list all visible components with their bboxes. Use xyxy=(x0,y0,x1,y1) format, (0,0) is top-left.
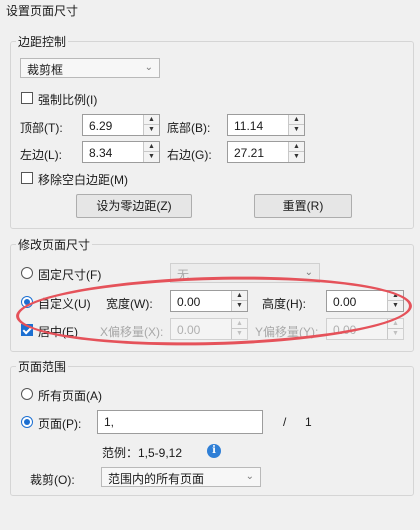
bottom-label: 底部(B): xyxy=(167,121,211,135)
center-checkbox[interactable] xyxy=(21,324,33,336)
height-label: 高度(H): xyxy=(262,297,306,311)
page-size-group-label: 修改页面尺寸 xyxy=(16,236,93,253)
pages-input[interactable]: 1, xyxy=(97,410,263,434)
left-value: 8.34 xyxy=(89,146,113,160)
box-select-value: 裁剪框 xyxy=(27,63,64,77)
crop-label: 裁剪(O): xyxy=(30,473,75,487)
bottom-value: 11.14 xyxy=(234,119,264,133)
y-offset-value: 0.00 xyxy=(333,323,357,337)
bottom-stepper[interactable]: 11.14 ▲ ▼ xyxy=(227,114,305,136)
chevron-down-icon: ⌄ xyxy=(304,267,313,278)
top-value: 6.29 xyxy=(89,119,113,133)
up-arrow-icon[interactable]: ▲ xyxy=(144,142,159,152)
crop-select[interactable]: 范围内的所有页面 ⌄ xyxy=(101,467,261,487)
height-stepper[interactable]: 0.00 ▲ ▼ xyxy=(326,290,404,312)
up-arrow-icon[interactable]: ▲ xyxy=(232,319,247,329)
top-stepper[interactable]: 6.29 ▲ ▼ xyxy=(82,114,160,136)
top-label: 顶部(T): xyxy=(20,121,63,135)
set-zero-button[interactable]: 设为零边距(Z) xyxy=(76,194,192,218)
up-arrow-icon[interactable]: ▲ xyxy=(232,291,247,301)
width-value: 0.00 xyxy=(177,295,201,309)
up-arrow-icon[interactable]: ▲ xyxy=(144,115,159,125)
box-select[interactable]: 裁剪框 ⌄ xyxy=(20,58,160,78)
x-offset-value: 0.00 xyxy=(177,323,201,337)
up-arrow-icon[interactable]: ▲ xyxy=(388,291,403,301)
height-value: 0.00 xyxy=(333,295,357,309)
pages-label: 页面(P): xyxy=(38,417,82,431)
all-pages-label: 所有页面(A) xyxy=(38,389,102,403)
y-offset-label: Y偏移量(Y): xyxy=(255,325,319,339)
remove-white-checkbox[interactable] xyxy=(21,172,33,184)
down-arrow-icon[interactable]: ▼ xyxy=(232,329,247,339)
all-pages-radio[interactable] xyxy=(21,388,33,400)
y-offset-stepper[interactable]: 0.00 ▲ ▼ xyxy=(326,318,404,340)
fixed-size-label: 固定尺寸(F) xyxy=(38,268,102,282)
page-range-group-label: 页面范围 xyxy=(16,358,69,375)
custom-size-label: 自定义(U) xyxy=(38,297,91,311)
total-pages: 1 xyxy=(305,415,312,429)
reset-button[interactable]: 重置(R) xyxy=(254,194,352,218)
width-stepper[interactable]: 0.00 ▲ ▼ xyxy=(170,290,248,312)
margins-group-label: 边距控制 xyxy=(16,33,69,50)
center-label: 居中(E) xyxy=(38,325,78,339)
chevron-down-icon: ⌄ xyxy=(144,62,153,73)
right-stepper[interactable]: 27.21 ▲ ▼ xyxy=(227,141,305,163)
right-value: 27.21 xyxy=(234,146,265,160)
constrain-checkbox[interactable] xyxy=(21,92,33,104)
down-arrow-icon[interactable]: ▼ xyxy=(144,152,159,162)
fixed-size-select[interactable]: 无 ⌄ xyxy=(170,263,320,283)
info-icon[interactable]: i xyxy=(207,444,221,458)
up-arrow-icon[interactable]: ▲ xyxy=(388,319,403,329)
example-text: 范例：1,5-9,12 xyxy=(102,446,183,460)
down-arrow-icon[interactable]: ▼ xyxy=(289,125,304,135)
down-arrow-icon[interactable]: ▼ xyxy=(144,125,159,135)
custom-size-radio[interactable] xyxy=(21,296,33,308)
dialog-title: 设置页面尺寸 xyxy=(6,4,79,18)
fixed-size-radio[interactable] xyxy=(21,267,33,279)
up-arrow-icon[interactable]: ▲ xyxy=(289,142,304,152)
down-arrow-icon[interactable]: ▼ xyxy=(232,301,247,311)
x-offset-stepper[interactable]: 0.00 ▲ ▼ xyxy=(170,318,248,340)
right-label: 右边(G): xyxy=(167,148,212,162)
width-label: 宽度(W): xyxy=(106,297,153,311)
up-arrow-icon[interactable]: ▲ xyxy=(289,115,304,125)
pages-radio[interactable] xyxy=(21,416,33,428)
left-label: 左边(L): xyxy=(20,148,63,162)
down-arrow-icon[interactable]: ▼ xyxy=(388,301,403,311)
left-stepper[interactable]: 8.34 ▲ ▼ xyxy=(82,141,160,163)
chevron-down-icon: ⌄ xyxy=(245,471,254,482)
down-arrow-icon[interactable]: ▼ xyxy=(388,329,403,339)
remove-white-label: 移除空白边距(M) xyxy=(38,173,128,187)
fixed-size-value: 无 xyxy=(177,268,190,282)
pages-separator: / xyxy=(283,415,287,429)
x-offset-label: X偏移量(X): xyxy=(100,325,164,339)
constrain-label: 强制比例(I) xyxy=(38,93,98,107)
crop-select-value: 范围内的所有页面 xyxy=(108,472,205,486)
down-arrow-icon[interactable]: ▼ xyxy=(289,152,304,162)
